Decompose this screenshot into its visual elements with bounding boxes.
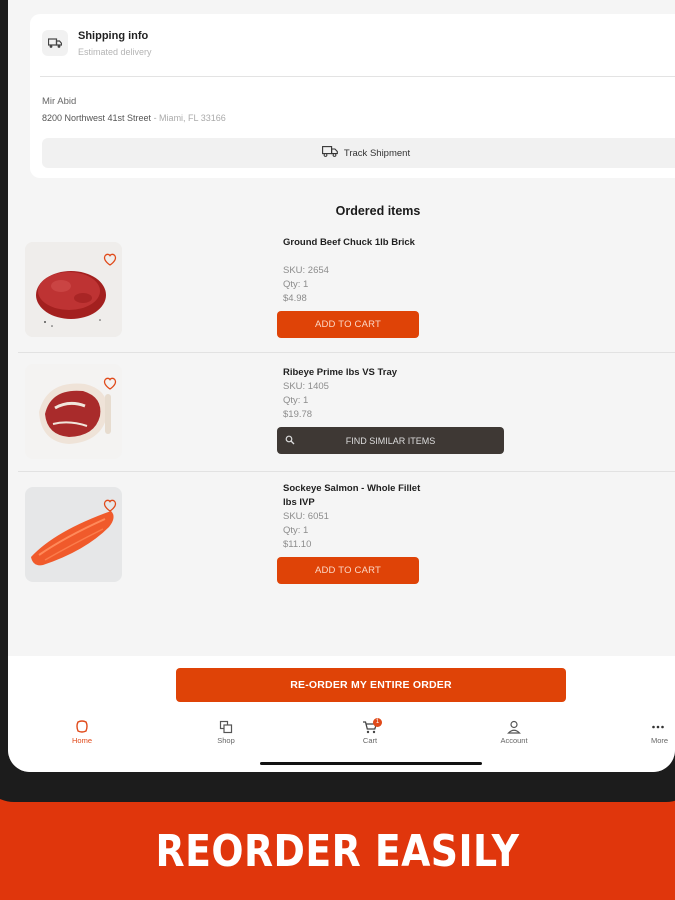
item-name: Sockeye Salmon - Whole Fillet lbs IVP xyxy=(283,483,421,508)
item-qty: Qty: 1 xyxy=(283,395,309,406)
find-similar-label: FIND SIMILAR ITEMS xyxy=(345,435,436,446)
address-street: 8200 Northwest 41st Street xyxy=(42,113,152,123)
ordered-items-title: Ordered items xyxy=(335,204,421,218)
find-similar-items-button[interactable]: FIND SIMILAR ITEMS xyxy=(277,427,504,454)
tab-label: More xyxy=(651,736,669,745)
divider xyxy=(18,471,675,472)
search-icon xyxy=(285,435,295,445)
tab-more[interactable]: More xyxy=(619,720,675,745)
item-sku: SKU: 6051 xyxy=(283,511,329,522)
tab-label: Cart xyxy=(362,736,378,745)
truck-icon xyxy=(321,146,338,160)
item-name: Ribeye Prime lbs VS Tray xyxy=(283,367,398,378)
promo-caption: REORDER EASILY xyxy=(155,826,520,877)
track-shipment-button[interactable]: Track Shipment xyxy=(42,138,675,168)
divider xyxy=(40,76,675,77)
bottom-bar: RE-ORDER MY ENTIRE ORDER Home Shop 1 Car… xyxy=(8,656,675,772)
more-icon xyxy=(652,725,664,729)
shipping-title: Shipping info xyxy=(78,30,149,42)
cart-badge: 1 xyxy=(373,718,382,727)
shipping-info-card: Shipping info Estimated delivery Mir Abi… xyxy=(30,14,675,178)
item-price: $4.98 xyxy=(283,293,307,304)
recipient-name: Mir Abid xyxy=(42,96,77,107)
address-city: - Miami, FL 33166 xyxy=(151,113,226,123)
home-indicator xyxy=(260,762,482,765)
tab-shop[interactable]: Shop xyxy=(186,720,266,745)
tab-label: Account xyxy=(500,736,528,745)
add-to-cart-button[interactable]: ADD TO CART xyxy=(277,311,419,338)
tab-cart[interactable]: 1 Cart xyxy=(330,718,410,745)
tab-home[interactable]: Home xyxy=(42,720,122,745)
shop-icon xyxy=(219,720,233,734)
shipping-subtitle: Estimated delivery xyxy=(78,47,152,57)
shipping-address: 8200 Northwest 41st Street - Miami, FL 3… xyxy=(42,113,226,123)
tab-bar: Home Shop 1 Cart Account More xyxy=(8,718,675,760)
item-qty: Qty: 1 xyxy=(283,279,309,290)
item-sku: SKU: 2654 xyxy=(283,265,329,276)
account-icon xyxy=(507,720,521,734)
tab-account[interactable]: Account xyxy=(474,720,554,745)
home-icon xyxy=(76,720,88,733)
app-screen: Shipping info Estimated delivery Mir Abi… xyxy=(8,0,675,772)
divider xyxy=(18,352,675,353)
reorder-entire-order-button[interactable]: RE-ORDER MY ENTIRE ORDER xyxy=(176,668,566,702)
heart-icon[interactable] xyxy=(102,497,118,513)
add-to-cart-button[interactable]: ADD TO CART xyxy=(277,557,419,584)
heart-icon[interactable] xyxy=(102,251,118,267)
truck-icon xyxy=(42,30,68,56)
tab-label: Home xyxy=(71,736,92,745)
tab-label: Shop xyxy=(217,736,235,745)
item-sku: SKU: 1405 xyxy=(283,381,329,392)
item-price: $11.10 xyxy=(283,539,312,550)
item-qty: Qty: 1 xyxy=(283,525,309,536)
item-price: $19.78 xyxy=(283,409,313,420)
track-shipment-label: Track Shipment xyxy=(343,147,411,159)
item-name: Ground Beef Chuck 1lb Brick xyxy=(283,237,415,248)
heart-icon[interactable] xyxy=(102,375,118,391)
